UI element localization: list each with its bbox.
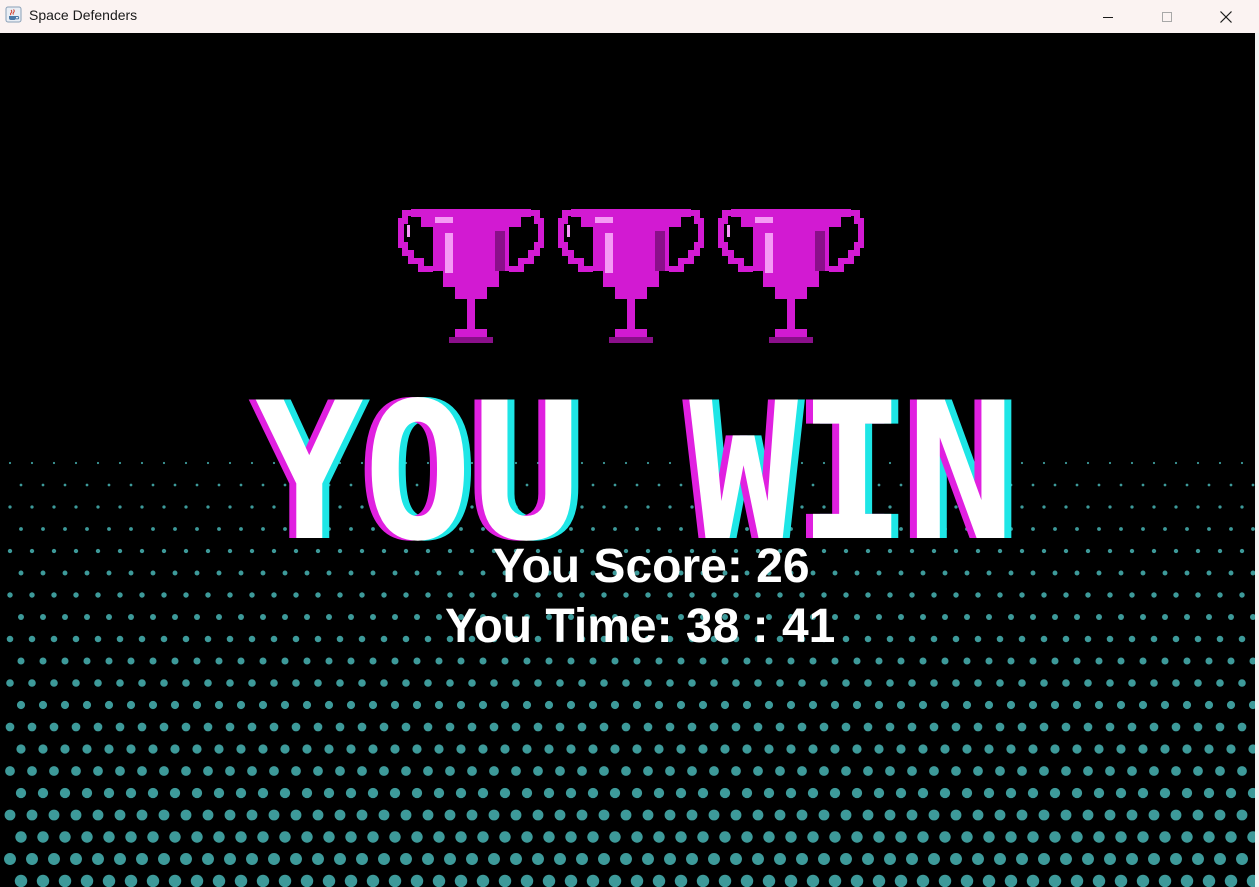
close-button[interactable] xyxy=(1197,0,1255,33)
maximize-icon xyxy=(1162,11,1172,22)
minimize-icon xyxy=(1103,16,1113,18)
trophy-icon xyxy=(556,203,706,350)
you-win-banner-text: YOU WIN xyxy=(255,393,1015,553)
trophy-icon xyxy=(396,203,546,350)
game-canvas[interactable]: YOU WIN YOU WIN YOU WIN You Score: 26 Yo… xyxy=(0,33,1259,887)
window-edge xyxy=(1255,33,1259,887)
window-title: Space Defenders xyxy=(29,7,138,23)
close-icon xyxy=(1220,10,1232,23)
maximize-button[interactable] xyxy=(1138,0,1196,33)
score-text: You Score: 26 xyxy=(493,540,810,593)
minimize-button[interactable] xyxy=(1079,0,1137,33)
time-text: You Time: 38 : 41 xyxy=(445,600,836,653)
trophy-icon xyxy=(716,203,866,350)
java-cup-icon xyxy=(5,6,22,23)
you-win-banner: YOU WIN YOU WIN YOU WIN xyxy=(248,393,1022,553)
title-bar[interactable]: Space Defenders xyxy=(0,0,1259,34)
